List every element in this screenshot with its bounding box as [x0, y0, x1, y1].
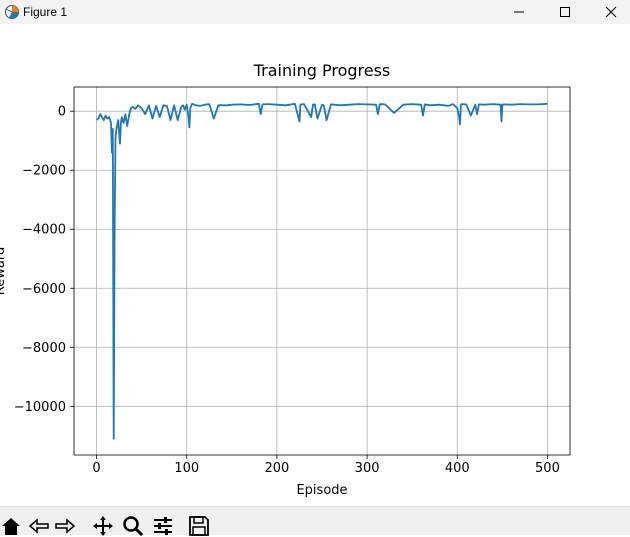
y-tick-label: −8000 [22, 341, 66, 356]
x-tick-label: 400 [445, 461, 470, 476]
x-tick-label: 200 [264, 461, 289, 476]
y-tick-label: −2000 [22, 164, 66, 179]
y-tick-label: −4000 [22, 223, 66, 238]
reward-line [95, 102, 548, 440]
maximize-button[interactable] [542, 0, 588, 24]
close-icon [605, 6, 617, 18]
y-axis-ticks: 0 −2000 −4000 −6000 −8000 −10000 [14, 105, 74, 415]
chart-title: Training Progress [253, 61, 391, 80]
maximize-icon [560, 7, 570, 17]
x-axis-label: Episode [296, 483, 347, 498]
y-axis-label: Reward [0, 247, 8, 295]
x-tick-label: 300 [355, 461, 380, 476]
line-chart: 0 100 200 300 400 500 0 −2000 −4000 −6000 −8000 −1… [0, 61, 571, 498]
navigation-toolbar [0, 506, 630, 537]
y-tick-label: 0 [58, 105, 66, 120]
minimize-button[interactable] [496, 0, 542, 24]
plot-area-frame [73, 86, 571, 456]
figure-app-icon [5, 5, 19, 19]
close-button[interactable] [588, 0, 630, 24]
x-tick-label: 500 [535, 461, 560, 476]
title-bar: Figure 1 [0, 0, 630, 24]
minimize-icon [514, 11, 524, 13]
window-title: Figure 1 [23, 5, 68, 19]
y-tick-label: −10000 [14, 400, 66, 415]
grid-lines [74, 87, 570, 455]
figure-canvas: 0 100 200 300 400 500 0 −2000 −4000 −6000 −8000 −1… [0, 24, 630, 506]
x-tick-label: 0 [92, 461, 100, 476]
x-axis-ticks: 0 100 200 300 400 500 [92, 455, 560, 476]
x-tick-label: 100 [174, 461, 199, 476]
series-group [95, 102, 548, 440]
y-tick-label: −6000 [22, 282, 66, 297]
